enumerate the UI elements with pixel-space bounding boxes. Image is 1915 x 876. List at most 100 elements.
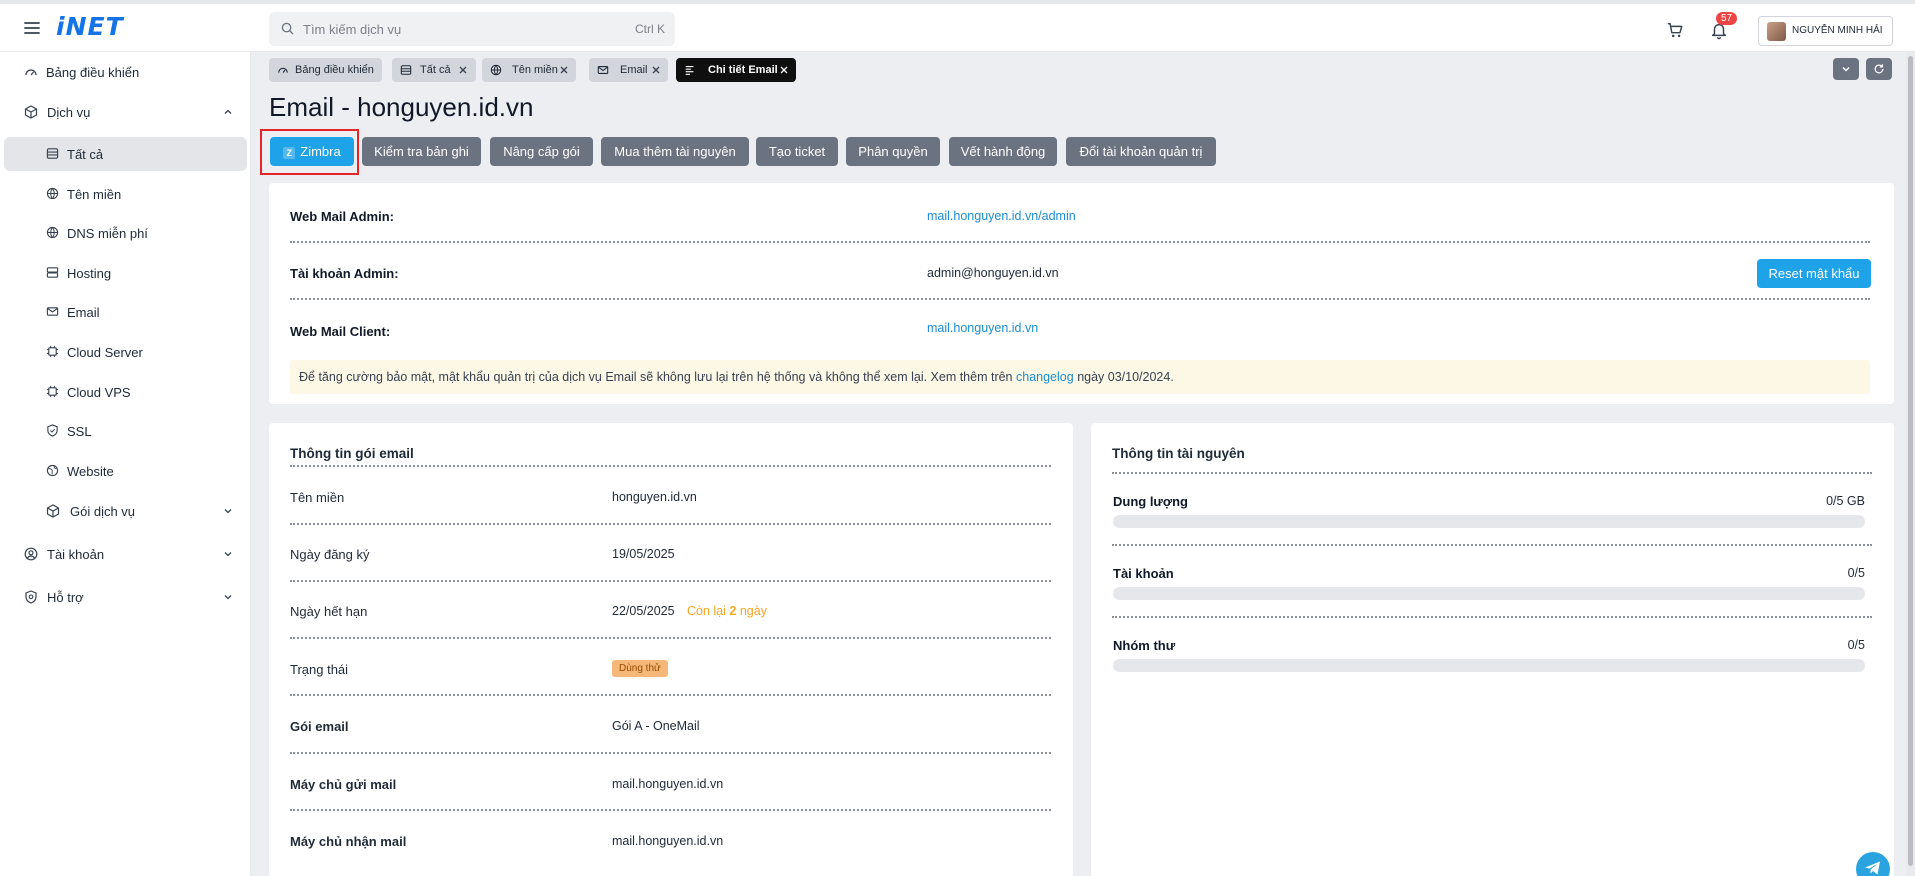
search-box[interactable]: Ctrl K	[269, 12, 675, 46]
sidebar-item-account[interactable]: Tài khoản	[4, 537, 247, 571]
changelog-link[interactable]: changelog	[1016, 370, 1074, 384]
tab-email[interactable]: Email	[589, 58, 668, 82]
status-label: Trạng thái	[290, 662, 349, 677]
webmail-admin-label: Web Mail Admin:	[290, 209, 394, 224]
create-ticket-button[interactable]: Tạo ticket	[756, 137, 838, 166]
sidebar-item-cloud-vps[interactable]: Cloud VPS	[4, 375, 247, 409]
user-name: NGUYỄN MINH HẢI	[1792, 25, 1883, 36]
permissions-button[interactable]: Phân quyền	[846, 137, 940, 166]
scrollbar-thumb[interactable]	[1908, 56, 1913, 866]
close-icon[interactable]	[458, 65, 468, 75]
zimbra-button[interactable]: Z Zimbra	[270, 137, 354, 166]
sidebar-item-label: Hosting	[67, 266, 112, 281]
tab-dashboard[interactable]: Bảng điều khiển	[269, 58, 382, 82]
webmail-client-label: Web Mail Client:	[290, 324, 391, 339]
user-menu-button[interactable]: NGUYỄN MINH HẢI	[1758, 16, 1893, 46]
mail-icon	[46, 305, 59, 318]
user-circle-icon	[24, 547, 38, 561]
divider	[290, 465, 1051, 467]
detail-list-icon	[684, 64, 696, 76]
change-admin-button[interactable]: Đổi tài khoản quản trị	[1066, 137, 1216, 166]
sidebar-item-dashboard[interactable]: Bảng điều khiển	[4, 55, 247, 89]
imap-server-value: mail.honguyen.id.vn	[612, 834, 724, 848]
sidebar-item-support[interactable]: Hỗ trợ	[4, 580, 247, 614]
close-icon[interactable]	[779, 65, 789, 75]
resource-info-card	[1091, 423, 1894, 876]
top-header: iNET Ctrl K 57 NGUYỄN MINH HẢI	[0, 0, 1915, 52]
mail-icon	[597, 64, 609, 76]
avatar	[1767, 22, 1786, 41]
remaining-count: 2	[729, 604, 737, 618]
tab-label: Tên miền	[512, 64, 558, 76]
smtp-server-label: Máy chủ gửi mail	[290, 777, 397, 792]
close-icon[interactable]	[559, 65, 569, 75]
status-badge: Dùng thử	[612, 660, 668, 677]
cpu-icon	[46, 385, 59, 398]
tab-domains[interactable]: Tên miền	[482, 58, 576, 82]
chevron-up-icon	[223, 107, 233, 117]
lifebuoy-icon	[24, 590, 38, 604]
domain-value: honguyen.id.vn	[612, 490, 697, 504]
sidebar-item-services[interactable]: Dịch vụ	[4, 95, 247, 129]
groups-value: 0/5	[1847, 638, 1865, 652]
webmail-admin-link[interactable]: mail.honguyen.id.vn/admin	[927, 209, 1076, 223]
chevron-down-icon	[223, 592, 233, 602]
tab-label: Tất cả	[420, 64, 451, 76]
storage-value: 0/5 GB	[1826, 494, 1865, 508]
tabs-dropdown-button[interactable]	[1833, 58, 1859, 80]
tab-label: Chi tiết Email	[708, 64, 778, 76]
sidebar-item-website[interactable]: Website	[4, 454, 247, 488]
sidebar-item-label: Dịch vụ	[47, 105, 91, 120]
expiry-date-label: Ngày hết hạn	[290, 604, 368, 619]
sidebar-item-service-packages[interactable]: Gói dịch vụ	[4, 494, 247, 528]
notification-badge: 57	[1716, 12, 1738, 25]
page-scrollbar[interactable]	[1906, 52, 1915, 876]
search-input[interactable]	[303, 12, 603, 46]
tab-label: Email	[620, 64, 648, 76]
check-records-button[interactable]: Kiểm tra bản ghi	[362, 137, 481, 166]
domain-label: Tên miền	[290, 490, 345, 505]
list-icon	[400, 64, 412, 76]
divider	[290, 241, 1870, 243]
resource-card-title: Thông tin tài nguyên	[1112, 446, 1245, 461]
sidebar-item-hosting[interactable]: Hosting	[4, 256, 247, 290]
tab-all[interactable]: Tất cả	[392, 58, 476, 82]
zimbra-icon: Z	[283, 147, 296, 159]
tab-email-detail[interactable]: Chi tiết Email	[676, 58, 796, 82]
sidebar-item-label: Bảng điều khiển	[46, 65, 140, 80]
hamburger-menu-icon[interactable]	[22, 18, 42, 38]
notice-suffix: ngày 03/10/2024.	[1077, 370, 1174, 384]
refresh-button[interactable]	[1866, 58, 1892, 80]
sidebar-item-label: Hỗ trợ	[47, 590, 84, 605]
divider	[290, 694, 1051, 696]
reset-password-button[interactable]: Reset mật khẩu	[1757, 259, 1871, 288]
accounts-progress-bar	[1113, 587, 1865, 600]
buy-resources-button[interactable]: Mua thêm tài nguyên	[601, 137, 749, 166]
telegram-icon	[1864, 860, 1882, 876]
list-icon	[46, 147, 59, 160]
sidebar-item-all[interactable]: Tất cả	[4, 137, 247, 171]
shield-icon	[46, 424, 59, 437]
sidebar-item-cloud-server[interactable]: Cloud Server	[4, 335, 247, 369]
globe-icon	[490, 64, 502, 76]
sidebar-item-free-dns[interactable]: DNS miễn phí	[4, 216, 247, 250]
registered-date-label: Ngày đăng ký	[290, 547, 370, 562]
tab-label: Bảng điều khiển	[295, 64, 374, 76]
expiry-date-value: 22/05/2025	[612, 604, 675, 618]
divider	[1112, 544, 1872, 546]
sidebar-item-ssl[interactable]: SSL	[4, 414, 247, 448]
gauge-icon	[24, 65, 38, 79]
webmail-client-link[interactable]: mail.honguyen.id.vn	[927, 321, 1038, 335]
cart-icon[interactable]	[1666, 21, 1684, 39]
sidebar-item-email[interactable]: Email	[4, 295, 247, 329]
sidebar-item-label: Gói dịch vụ	[70, 504, 136, 519]
inet-logo[interactable]: iNET	[56, 12, 124, 41]
groups-label: Nhóm thư	[1113, 638, 1176, 653]
remaining-suffix: ngày	[739, 604, 767, 618]
upgrade-plan-button[interactable]: Nâng cấp gói	[490, 137, 593, 166]
close-icon[interactable]	[651, 65, 661, 75]
sidebar-item-domains[interactable]: Tên miền	[4, 177, 247, 211]
sidebar-item-label: DNS miễn phí	[67, 226, 148, 241]
divider	[290, 298, 1870, 300]
action-trace-button[interactable]: Vết hành động	[949, 137, 1057, 166]
